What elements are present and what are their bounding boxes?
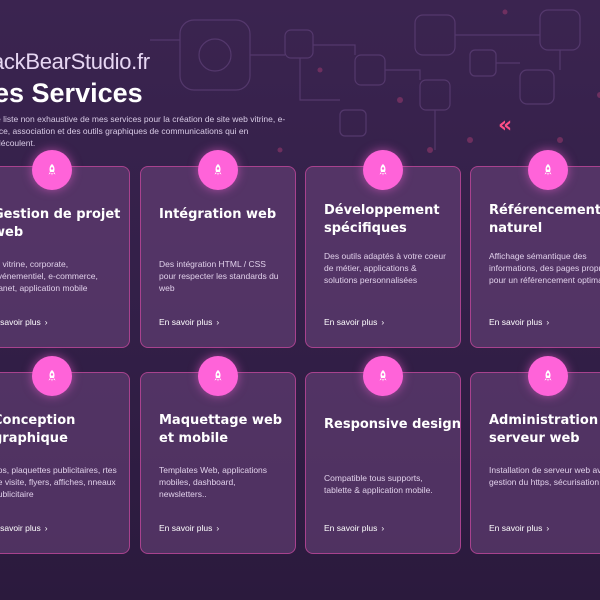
service-title: Gestion de projet web (0, 207, 121, 240)
service-description: Compatible tous supports, tablette & app… (324, 473, 433, 495)
service-description: Affichage sémantique des informations, d… (489, 251, 600, 285)
learn-more-link[interactable]: n savoir plus› (0, 317, 48, 327)
service-title: Maquettage web et mobile (159, 413, 283, 446)
service-description: Templates Web, applications mobiles, das… (159, 465, 268, 499)
chevron-right-icon: › (381, 317, 385, 327)
chevron-right-icon: › (44, 523, 48, 533)
rocket-icon (363, 356, 403, 396)
service-card-server-admin: Administration serveur web Installation … (470, 356, 600, 554)
service-card-graphic-design: Conception graphique gos, plaquettes pub… (0, 356, 130, 554)
learn-more-label: En savoir plus (159, 523, 213, 533)
service-card-mockups: Maquettage web et mobile Templates Web, … (140, 356, 296, 554)
learn-more-link[interactable]: En savoir plus › (489, 317, 549, 327)
rocket-icon (528, 356, 568, 396)
learn-more-label: En savoir plus (489, 317, 543, 327)
intro-text: e liste non exhaustive de mes services p… (0, 114, 286, 148)
learn-more-label: En savoir plus (159, 317, 213, 327)
rocket-icon (363, 150, 403, 190)
learn-more-link[interactable]: En savoir plus › (489, 523, 549, 533)
service-description: gos, plaquettes publicitaires, rtes de v… (0, 465, 117, 499)
chevron-right-icon: › (44, 317, 48, 327)
chevron-right-icon: › (546, 523, 550, 533)
learn-more-label: n savoir plus (0, 317, 41, 327)
learn-more-label: En savoir plus (324, 317, 378, 327)
learn-more-link[interactable]: En savoir plus › (159, 317, 219, 327)
chevron-right-icon: › (381, 523, 385, 533)
service-title: Responsive design (324, 417, 461, 432)
service-title: Référencement naturel (489, 203, 600, 236)
learn-more-label: En savoir plus (324, 523, 378, 533)
rocket-icon (32, 356, 72, 396)
service-title: Intégration web (159, 207, 277, 222)
learn-more-label: En savoir plus (489, 523, 543, 533)
service-description: te vitrine, corporate, événementiel, e-c… (0, 259, 98, 293)
service-card-responsive: Responsive design Compatible tous suppor… (305, 356, 461, 554)
service-description: Installation de serveur web avec gestion… (489, 465, 600, 487)
service-description: Des intégration HTML / CSS pour respecte… (159, 259, 279, 293)
rocket-icon (198, 356, 238, 396)
chevron-right-icon: › (546, 317, 550, 327)
service-card-web-integration: Intégration web Des intégration HTML / C… (140, 150, 296, 348)
service-title: Développement spécifiques (324, 203, 440, 236)
learn-more-link[interactable]: En savoir plus › (324, 317, 384, 327)
rocket-icon (528, 150, 568, 190)
double-chevron-left-icon: « (498, 113, 512, 138)
learn-more-link[interactable]: En savoir plus › (159, 523, 219, 533)
learn-more-link[interactable]: En savoir plus › (324, 523, 384, 533)
learn-more-link[interactable]: n savoir plus› (0, 523, 48, 533)
service-card-custom-development: Développement spécifiques Des outils ada… (305, 150, 461, 348)
service-card-seo: Référencement naturel Affichage sémantiq… (470, 150, 600, 348)
chevron-right-icon: › (216, 523, 220, 533)
learn-more-label: n savoir plus (0, 523, 41, 533)
brand-name[interactable]: ackBearStudio.fr (0, 49, 150, 75)
rocket-icon (198, 150, 238, 190)
chevron-right-icon: › (216, 317, 220, 327)
service-title: Conception graphique (0, 413, 76, 446)
rocket-icon (32, 150, 72, 190)
service-card-project-management: Gestion de projet web te vitrine, corpor… (0, 150, 130, 348)
page-title: es Services (0, 78, 143, 108)
service-description: Des outils adaptés à votre coeur de méti… (324, 251, 446, 285)
service-title: Administration serveur web (489, 413, 599, 446)
